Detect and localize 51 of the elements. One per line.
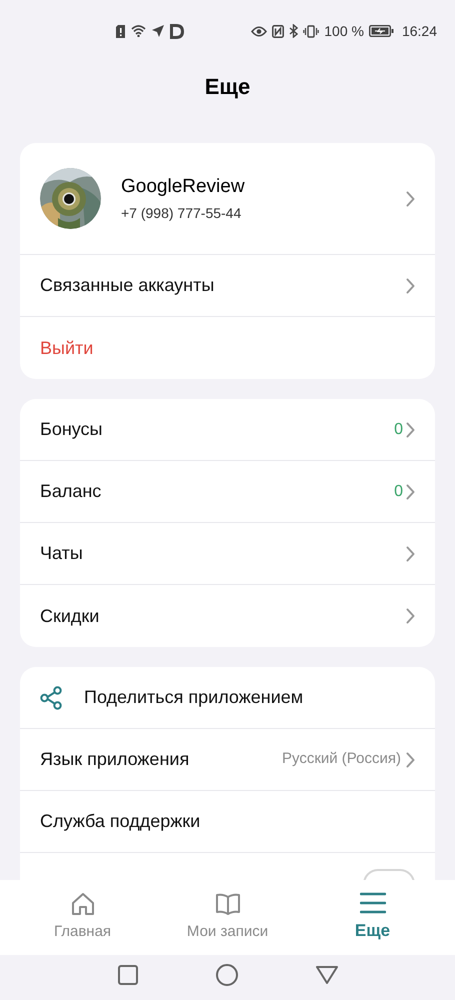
phone-number: +7 (998) 777-55-44 [121,204,242,222]
chevron-right-icon [406,484,415,500]
row-label: Баланс [40,480,102,503]
wifi-icon [131,25,146,37]
profile-row[interactable]: GoogleReview +7 (998) 777-55-44 [20,143,435,255]
count-value: 0 [394,482,403,502]
sim-alert-icon [116,24,125,38]
nfc-icon [272,24,284,38]
menu-row[interactable]: Баланс 0 [20,461,435,523]
chevron-right-icon [406,752,415,768]
profile-name: GoogleReview [121,174,246,199]
vibrate-icon [303,24,320,38]
page-title: Еще [204,73,250,101]
row-label: Связанные аккаунты [40,274,216,297]
row-label: Поделиться приложением [84,686,304,709]
clock-time: 16:24 [402,22,437,40]
chevron-right-icon [406,190,415,206]
battery-percent: 100 % [324,22,364,40]
count-value: 0 [394,420,403,440]
back-triangle-icon[interactable] [316,965,338,985]
menu-row[interactable]: Скидки [20,585,435,647]
row-label: Язык приложения [40,748,190,771]
home-icon [70,891,96,918]
menu-row[interactable]: Бонусы 0 [20,399,435,461]
row-label: Бонусы [40,418,104,441]
chevron-right-icon [406,422,415,438]
book-icon [214,891,240,918]
menu-row[interactable]: Язык приложения Русский (Россия) [20,729,435,791]
home-circle-icon[interactable] [216,964,238,986]
menu-row[interactable]: Чаты [20,523,435,585]
menu-icon [360,892,386,914]
menu-row[interactable]: Поделиться приложением [20,667,435,729]
chevron-right-icon [406,608,415,624]
send-arrow-icon [152,25,164,37]
menu-row[interactable]: Служба поддержки [20,791,435,853]
chevron-right-icon [406,546,415,562]
menu-row[interactable]: Связанные аккаунты [20,255,435,317]
row-label: Чаты [40,542,84,565]
menu-row[interactable]: Выйти [20,317,435,379]
row-label: Скидки [40,604,100,628]
battery-charging-icon [368,25,394,37]
chevron-right-icon [406,278,415,294]
eye-icon [251,26,268,36]
nav-tab[interactable]: Еще [308,892,438,944]
bluetooth-icon [289,24,298,38]
share-icon [40,686,62,710]
selected-value: Русский (Россия) [282,749,401,770]
row-label: Выйти [40,336,94,360]
d-logo-icon [170,24,184,38]
recent-apps-icon[interactable] [118,965,138,985]
row-label: Служба поддержки [40,810,202,833]
